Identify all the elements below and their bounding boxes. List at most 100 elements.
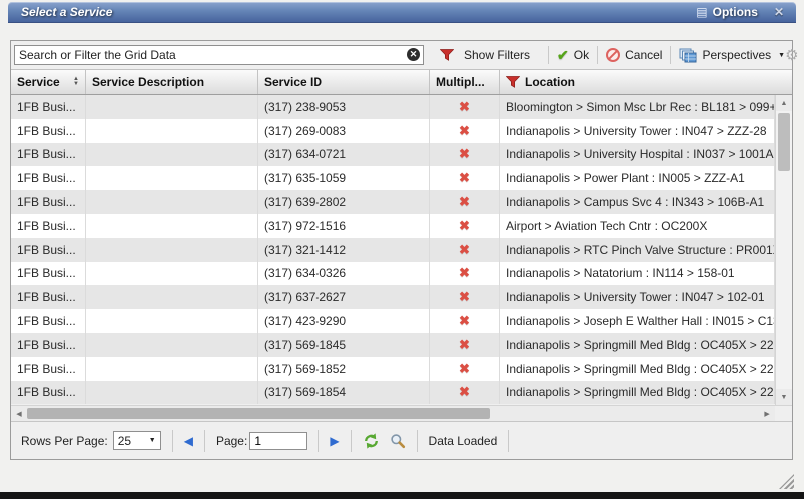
clear-search-icon[interactable]: ✕ <box>407 48 420 61</box>
titlebar-actions: ▤ Options ✕ <box>696 5 796 19</box>
cell-service: 1FB Busi... <box>11 143 86 167</box>
red-x-icon: ✖ <box>459 337 470 353</box>
ok-button[interactable]: ✔ Ok <box>557 47 589 64</box>
resize-grip[interactable] <box>779 474 794 489</box>
scroll-up-icon[interactable]: ▲ <box>776 95 792 111</box>
cell-location: Indianapolis > Springmill Med Bldg : OC4… <box>500 381 775 405</box>
red-x-icon: ✖ <box>459 361 470 377</box>
cell-service-id: (317) 238-9053 <box>258 95 430 119</box>
horizontal-scrollbar-thumb[interactable] <box>27 408 490 419</box>
cell-service-description <box>86 95 258 119</box>
vertical-scrollbar[interactable]: ▲ ▼ <box>775 95 792 405</box>
toolbar-separator <box>597 46 598 64</box>
cell-location: Indianapolis > University Tower : IN047 … <box>500 285 775 309</box>
column-label: Service <box>17 75 60 89</box>
chevron-down-icon: ▼ <box>778 52 785 59</box>
cell-service-description <box>86 143 258 167</box>
column-header-service-description[interactable]: Service Description <box>86 70 258 94</box>
column-header-service-id[interactable]: Service ID <box>258 70 430 94</box>
cell-service: 1FB Busi... <box>11 381 86 405</box>
search-input[interactable] <box>14 45 424 65</box>
table-row[interactable]: 1FB Busi... (317) 634-0326 ✖ Indianapoli… <box>11 262 775 286</box>
rows-per-page-label: Rows Per Page: <box>21 434 108 448</box>
red-x-icon: ✖ <box>459 242 470 258</box>
cell-service: 1FB Busi... <box>11 333 86 357</box>
cell-service-description <box>86 333 258 357</box>
table-row[interactable]: 1FB Busi... (317) 423-9290 ✖ Indianapoli… <box>11 309 775 333</box>
cell-location: Bloomington > Simon Msc Lbr Rec : BL181 … <box>500 95 775 119</box>
options-button[interactable]: ▤ Options <box>696 5 758 19</box>
cell-location: Indianapolis > Joseph E Walther Hall : I… <box>500 309 775 333</box>
cell-location: Indianapolis > Springmill Med Bldg : OC4… <box>500 357 775 381</box>
vertical-scrollbar-track[interactable] <box>776 171 792 389</box>
show-filters-button[interactable]: Show Filters <box>440 48 530 62</box>
scroll-down-icon[interactable]: ▼ <box>776 389 792 405</box>
table-row[interactable]: 1FB Busi... (317) 637-2627 ✖ Indianapoli… <box>11 285 775 309</box>
dialog-titlebar[interactable]: Select a Service ▤ Options ✕ <box>8 2 796 23</box>
scroll-right-icon[interactable]: ▶ <box>759 410 775 418</box>
table-row[interactable]: 1FB Busi... (317) 269-0083 ✖ Indianapoli… <box>11 119 775 143</box>
cell-service-id: (317) 321-1412 <box>258 238 430 262</box>
refresh-icon <box>363 433 380 449</box>
cell-location: Airport > Aviation Tech Cntr : OC200X <box>500 214 775 238</box>
table-row[interactable]: 1FB Busi... (317) 569-1854 ✖ Indianapoli… <box>11 381 775 405</box>
toolbar-separator <box>670 46 671 64</box>
cell-location: Indianapolis > Natatorium : IN114 > 158-… <box>500 262 775 286</box>
table-row[interactable]: 1FB Busi... (317) 321-1412 ✖ Indianapoli… <box>11 238 775 262</box>
cell-service: 1FB Busi... <box>11 309 86 333</box>
cancel-label: Cancel <box>625 48 662 62</box>
ok-check-icon: ✔ <box>557 47 569 64</box>
cancel-no-entry-icon <box>606 48 620 62</box>
bottom-bar <box>0 492 804 499</box>
column-header-location[interactable]: Location <box>500 70 792 94</box>
cell-service-id: (317) 569-1854 <box>258 381 430 405</box>
cell-service: 1FB Busi... <box>11 190 86 214</box>
options-list-icon: ▤ <box>696 6 707 18</box>
column-header-multiple[interactable]: Multipl... <box>430 70 500 94</box>
cell-multiple: ✖ <box>430 262 500 286</box>
cell-service-id: (317) 269-0083 <box>258 119 430 143</box>
table-row[interactable]: 1FB Busi... (317) 634-0721 ✖ Indianapoli… <box>11 143 775 167</box>
red-x-icon: ✖ <box>459 194 470 210</box>
options-label: Options <box>713 5 758 19</box>
red-x-icon: ✖ <box>459 265 470 281</box>
table-row[interactable]: 1FB Busi... (317) 639-2802 ✖ Indianapoli… <box>11 190 775 214</box>
footer-separator <box>318 430 319 452</box>
cell-service-id: (317) 972-1516 <box>258 214 430 238</box>
table-row[interactable]: 1FB Busi... (317) 238-9053 ✖ Bloomington… <box>11 95 775 119</box>
column-label: Service Description <box>92 75 204 89</box>
table-row[interactable]: 1FB Busi... (317) 569-1852 ✖ Indianapoli… <box>11 357 775 381</box>
scrollbar-corner <box>775 405 792 421</box>
cell-multiple: ✖ <box>430 381 500 405</box>
red-x-icon: ✖ <box>459 170 470 186</box>
next-page-button[interactable]: ▶ <box>330 434 339 448</box>
cell-service: 1FB Busi... <box>11 238 86 262</box>
vertical-scrollbar-thumb[interactable] <box>778 113 790 171</box>
toolbar-separator <box>548 46 549 64</box>
cell-location: Indianapolis > Power Plant : IN005 > ZZZ… <box>500 166 775 190</box>
cell-multiple: ✖ <box>430 285 500 309</box>
refresh-button[interactable] <box>363 433 380 449</box>
table-row[interactable]: 1FB Busi... (317) 972-1516 ✖ Airport > A… <box>11 214 775 238</box>
red-x-icon: ✖ <box>459 99 470 115</box>
cell-location: Indianapolis > Springmill Med Bldg : OC4… <box>500 333 775 357</box>
table-row[interactable]: 1FB Busi... (317) 569-1845 ✖ Indianapoli… <box>11 333 775 357</box>
table-row[interactable]: 1FB Busi... (317) 635-1059 ✖ Indianapoli… <box>11 166 775 190</box>
page-number-input[interactable] <box>249 432 307 450</box>
column-header-service[interactable]: Service ▲▼ <box>11 70 86 94</box>
red-x-icon: ✖ <box>459 384 470 400</box>
red-x-icon: ✖ <box>459 289 470 305</box>
status-text: Data Loaded <box>429 434 498 448</box>
close-icon[interactable]: ✕ <box>774 5 784 19</box>
cancel-button[interactable]: Cancel <box>606 48 662 62</box>
rows-per-page-select[interactable]: 25 ▼ <box>113 431 161 450</box>
horizontal-scrollbar[interactable]: ◀ ▶ <box>11 405 775 421</box>
scroll-left-icon[interactable]: ◀ <box>11 410 27 418</box>
previous-page-button[interactable]: ◀ <box>184 434 193 448</box>
gear-icon[interactable]: ⚙ <box>785 48 798 63</box>
column-label: Multipl... <box>436 75 485 89</box>
cell-service-id: (317) 634-0721 <box>258 143 430 167</box>
perspectives-button[interactable]: Perspectives ▼ <box>679 48 785 63</box>
search-lookup-button[interactable] <box>390 433 406 449</box>
cell-location: Indianapolis > University Tower : IN047 … <box>500 119 775 143</box>
